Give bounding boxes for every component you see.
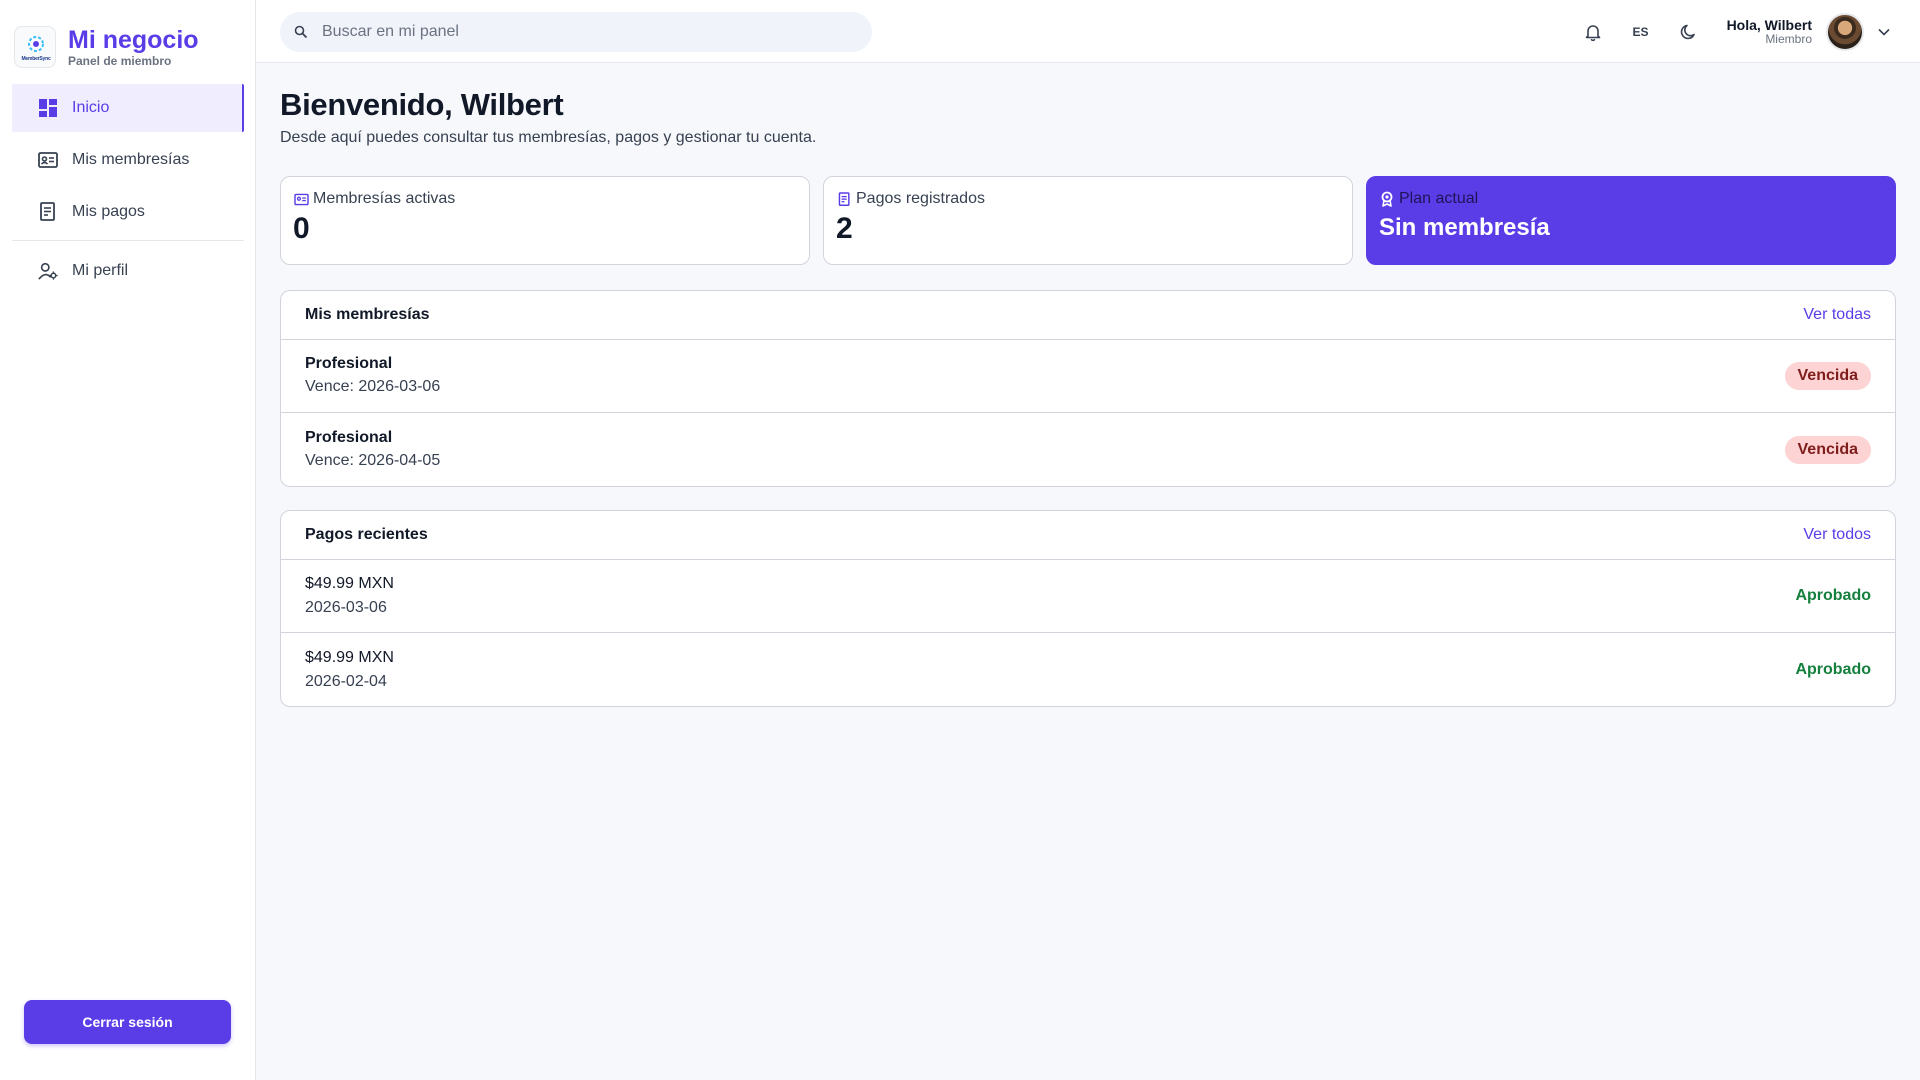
avatar [1826,12,1864,51]
list-item: $49.99 MXN 2026-02-04 Aprobado [281,633,1895,706]
list-item: $49.99 MXN 2026-03-06 Aprobado [281,560,1895,633]
sidebar: MemberSync Mi negocio Panel de miembro I… [0,0,256,1080]
membership-expiry: Vence: 2026-04-05 [305,451,441,469]
brand-logo: MemberSync [14,26,56,68]
stat-value: 2 [836,212,853,245]
card-title: Pagos recientes [305,526,428,543]
stat-label: Plan actual [1399,190,1479,207]
sidebar-item-label: Inicio [72,99,110,116]
payments-card: Pagos recientes Ver todos $49.99 MXN 202… [280,510,1896,707]
membership-name: Profesional [305,428,393,446]
sidebar-item-membresias[interactable]: Mis membresías [12,136,244,184]
sidebar-item-label: Mis pagos [72,203,145,220]
theme-toggle[interactable] [1671,14,1707,50]
membership-expiry: Vence: 2026-03-06 [305,378,441,395]
sidebar-nav: Inicio Mis membresías Mis pagos Mi perfi… [12,84,244,299]
list-item: Profesional Vence: 2026-03-06 Vencida [281,340,1895,413]
brand[interactable]: MemberSync Mi negocio Panel de miembro [14,26,199,68]
user-menu[interactable]: Hola, Wilbert Miembro [1726,12,1896,51]
stat-card-payments: Pagos registrados 2 [823,176,1353,265]
stat-card-active-memberships: Membresías activas 0 [280,176,810,265]
logo-text: MemberSync [21,56,51,62]
logout-button[interactable]: Cerrar sesión [24,1000,231,1044]
view-all-memberships-link[interactable]: Ver todas [1803,306,1871,324]
brand-subtitle: Panel de miembro [68,54,172,68]
gear-icon [28,36,44,52]
user-settings-icon [38,261,58,281]
stat-label: Pagos registrados [856,190,985,207]
user-role: Miembro [1765,32,1812,46]
list-item: Profesional Vence: 2026-04-05 Vencida [281,413,1895,486]
sidebar-item-label: Mi perfil [72,262,129,279]
moon-icon [1680,24,1695,39]
status-badge: Aprobado [1795,660,1871,678]
search-icon [294,25,308,39]
id-card-icon [38,150,58,170]
membership-name: Profesional [305,355,393,372]
sidebar-item-label: Mis membresías [72,151,190,168]
award-icon [1379,191,1395,207]
status-badge: Aprobado [1795,587,1871,604]
payment-date: 2026-02-04 [305,672,387,690]
card-title: Mis membresías [305,306,430,323]
chevron-down-icon [1878,23,1896,41]
sidebar-item-perfil[interactable]: Mi perfil [12,247,244,295]
topbar: Buscar en mi panel ES Hola, Wilbert Miem… [256,0,1920,63]
notifications-button[interactable] [1575,14,1611,50]
bell-icon [1585,24,1600,41]
status-badge: Vencida [1784,435,1871,464]
sidebar-item-pagos[interactable]: Mis pagos [12,188,244,236]
id-card-icon [293,191,309,207]
payment-amount: $49.99 MXN [305,648,394,666]
stat-label: Membresías activas [313,190,456,207]
user-greeting: Hola, Wilbert [1726,17,1812,33]
language-selector[interactable]: ES [1623,14,1659,50]
payment-amount: $49.99 MXN [305,575,394,592]
memberships-card: Mis membresías Ver todas Profesional Ven… [280,290,1896,487]
search-input[interactable]: Buscar en mi panel [280,12,872,52]
page-title: Bienvenido, Wilbert [280,87,564,122]
dashboard-icon [38,98,58,118]
brand-title: Mi negocio [68,26,199,54]
sidebar-divider [12,240,244,241]
receipt-icon [38,202,58,222]
payment-date: 2026-03-06 [305,599,387,616]
stats-row: Membresías activas 0 Pagos registrados 2… [280,176,1896,266]
search-placeholder: Buscar en mi panel [322,23,459,40]
sidebar-item-inicio[interactable]: Inicio [12,84,244,132]
page-subtitle: Desde aquí puedes consultar tus membresí… [280,129,817,146]
receipt-icon [836,191,852,207]
stat-card-current-plan: Plan actual Sin membresía [1366,176,1896,265]
stat-value: Sin membresía [1379,214,1550,241]
view-all-payments-link[interactable]: Ver todos [1803,526,1871,544]
status-badge: Vencida [1784,362,1871,390]
stat-value: 0 [293,212,310,245]
